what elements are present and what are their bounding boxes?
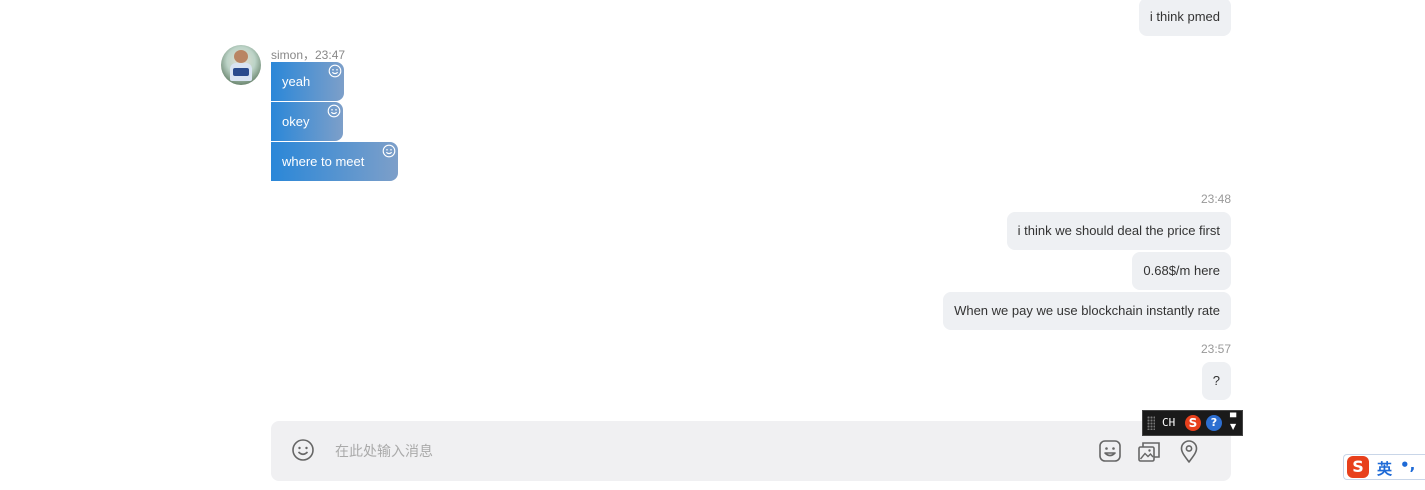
- ime-status-bar[interactable]: S 英 •,: [1343, 454, 1425, 480]
- avatar-shirt-print: [233, 68, 249, 76]
- ime-punctuation-toggle[interactable]: •,: [1400, 456, 1415, 474]
- ime-mode-label[interactable]: CH: [1162, 416, 1175, 429]
- message-text: okey: [282, 114, 310, 129]
- smile-icon[interactable]: [382, 144, 396, 158]
- incoming-message[interactable]: yeah: [271, 62, 345, 101]
- outgoing-message[interactable]: 0.68$/m here: [1132, 252, 1231, 290]
- message-timestamp: 23:57: [1200, 342, 1231, 356]
- sticker-icon[interactable]: [1097, 438, 1123, 464]
- message-text: yeah: [282, 74, 311, 89]
- message-composer: [271, 421, 1231, 481]
- sogou-logo-icon[interactable]: S: [1347, 456, 1369, 478]
- ime-expand-icon[interactable]: ▀ ▼: [1230, 413, 1236, 431]
- chat-window: i think pmed simon，23:47 yeah okey where…: [0, 0, 1425, 490]
- avatar-face: [234, 50, 248, 63]
- avatar[interactable]: [221, 45, 261, 85]
- incoming-message[interactable]: where to meet: [271, 142, 399, 181]
- sender-name-time: simon，23:47: [271, 48, 346, 62]
- help-icon[interactable]: ?: [1206, 415, 1222, 431]
- incoming-message[interactable]: okey: [271, 102, 344, 141]
- smile-icon[interactable]: [327, 104, 341, 118]
- message-text: where to meet: [282, 154, 365, 169]
- outgoing-message[interactable]: When we pay we use blockchain instantly …: [943, 292, 1231, 330]
- ime-language-toggle[interactable]: 英: [1377, 458, 1392, 479]
- image-icon[interactable]: [1136, 438, 1162, 464]
- ime-toolbar[interactable]: CH S ? ▀ ▼: [1142, 410, 1243, 436]
- outgoing-message[interactable]: i think we should deal the price first: [1006, 212, 1231, 250]
- location-pin-icon[interactable]: [1176, 438, 1202, 464]
- message-timestamp: 23:48: [1200, 192, 1231, 206]
- message-input[interactable]: [333, 437, 1037, 465]
- drag-handle[interactable]: [1147, 416, 1155, 430]
- outgoing-message[interactable]: ?: [1201, 362, 1231, 400]
- smile-icon[interactable]: [291, 438, 315, 462]
- sogou-logo-icon[interactable]: S: [1185, 415, 1201, 431]
- smile-icon[interactable]: [328, 64, 342, 78]
- outgoing-message[interactable]: i think pmed: [1138, 0, 1231, 36]
